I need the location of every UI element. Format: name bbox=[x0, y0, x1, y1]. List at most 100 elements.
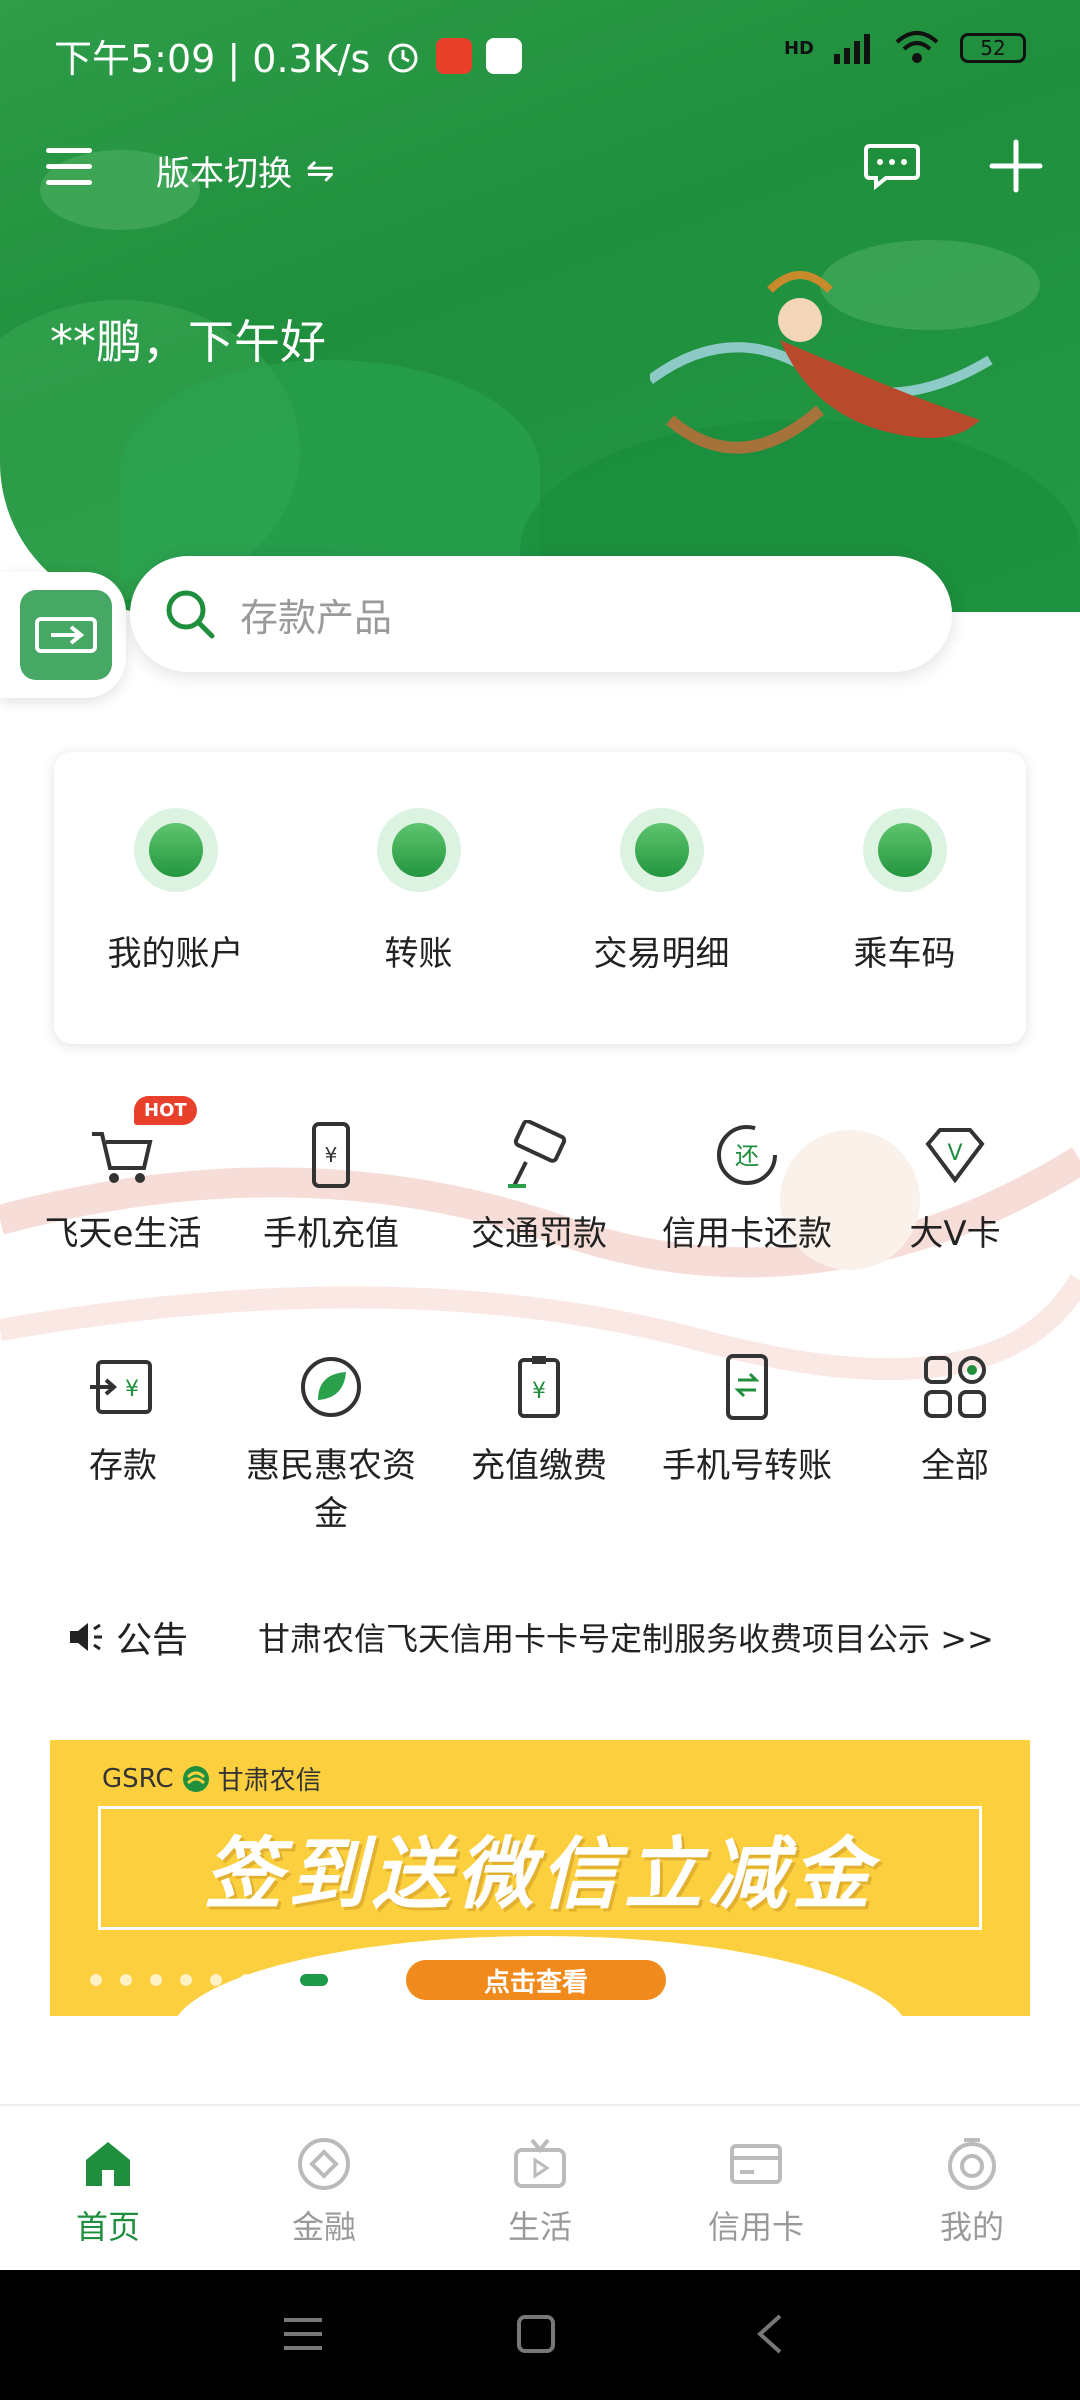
app-notification-icon bbox=[436, 37, 473, 74]
bottom-nav: 首页 金融 生活 信用卡 我的 bbox=[0, 2104, 1080, 2270]
recents-icon[interactable] bbox=[282, 2314, 324, 2354]
account-icon bbox=[133, 808, 218, 892]
quick-action-label: 转账 bbox=[384, 934, 453, 974]
battery-indicator: 52 bbox=[960, 33, 1026, 63]
search-bar[interactable]: 存款产品 bbox=[130, 556, 952, 672]
top-bar: 版本切换 ⇋ bbox=[0, 130, 1080, 210]
status-bar: 下午5:09 | 0.3K/s HD 52 bbox=[0, 0, 1080, 104]
back-icon[interactable] bbox=[754, 2312, 784, 2356]
service-label-line: 惠民惠农资 bbox=[246, 1446, 416, 1486]
details-icon bbox=[619, 808, 704, 892]
search-icon bbox=[166, 590, 215, 639]
nav-home[interactable]: 首页 bbox=[0, 2136, 216, 2248]
header-banner: 下午5:09 | 0.3K/s HD 52 版本切换 ⇋ **鹏，下午好 bbox=[0, 0, 1080, 612]
headline-frame: 签到送微信立减金 bbox=[98, 1806, 982, 1930]
quick-action-bus-code[interactable]: 乘车码 bbox=[783, 808, 1026, 975]
service-label: 手机充值 bbox=[263, 1214, 399, 1254]
menu-icon[interactable] bbox=[46, 148, 92, 188]
notice-bar[interactable]: 公告 甘肃农信飞天信用卡卡号定制服务收费项目公示 >> bbox=[66, 1612, 1016, 1662]
service-phone-transfer[interactable]: 手机号转账 bbox=[644, 1352, 850, 1490]
carousel-dot bbox=[270, 1974, 282, 1986]
speaker-icon bbox=[70, 1623, 102, 1651]
quick-action-label: 交易明细 bbox=[593, 934, 730, 974]
nav-label: 我的 bbox=[939, 2208, 1004, 2246]
message-icon[interactable] bbox=[864, 142, 920, 190]
carousel-dot bbox=[210, 1974, 222, 1986]
service-deposit[interactable]: ¥ 存款 bbox=[20, 1352, 226, 1490]
carousel-dot bbox=[150, 1974, 162, 1986]
brand-cn: 甘肃农信 bbox=[217, 1766, 322, 1796]
deposit-icon-char: ¥ bbox=[125, 1377, 139, 1402]
quick-actions-card: 我的账户 转账 交易明细 乘车码 bbox=[54, 752, 1026, 1044]
life-icon bbox=[514, 2138, 566, 2188]
nav-label: 生活 bbox=[507, 2208, 572, 2246]
service-label: 交通罚款 bbox=[471, 1214, 607, 1254]
greeting-text: **鹏，下午好 bbox=[50, 315, 326, 369]
nav-credit-card[interactable]: 信用卡 bbox=[648, 2136, 864, 2248]
scan-icon bbox=[20, 590, 112, 680]
service-phone-topup[interactable]: ¥ 手机充值 bbox=[228, 1120, 434, 1258]
brand-logo-icon bbox=[182, 1765, 209, 1792]
quick-action-transfer[interactable]: 转账 bbox=[297, 808, 540, 975]
search-placeholder: 存款产品 bbox=[240, 595, 393, 640]
nav-finance[interactable]: 金融 bbox=[216, 2136, 432, 2248]
carousel-dot-active bbox=[300, 1974, 328, 1986]
recharge-icon-char: ¥ bbox=[532, 1379, 546, 1404]
service-big-v-card[interactable]: V 大V卡 bbox=[852, 1120, 1058, 1258]
all-icon bbox=[920, 1352, 990, 1422]
service-huimin-fund[interactable]: 惠民惠农资金 bbox=[228, 1352, 434, 1538]
service-feitian-elife[interactable]: HOT 飞天e生活 bbox=[20, 1096, 226, 1258]
carousel-dot bbox=[240, 1974, 252, 1986]
repay-icon-char: 还 bbox=[735, 1142, 759, 1170]
service-all[interactable]: 全部 bbox=[852, 1352, 1058, 1490]
service-label: 全部 bbox=[921, 1446, 989, 1486]
notice-text[interactable]: 甘肃农信飞天信用卡卡号定制服务收费项目公示 >> bbox=[258, 1614, 994, 1660]
bus-code-icon bbox=[862, 808, 947, 892]
service-label: 大V卡 bbox=[909, 1214, 1001, 1254]
service-credit-repay[interactable]: 还 信用卡还款 bbox=[644, 1120, 850, 1258]
deposit-icon: ¥ bbox=[88, 1352, 158, 1422]
svg-text:¥: ¥ bbox=[325, 1143, 338, 1167]
service-recharge-pay[interactable]: ¥ 充值缴费 bbox=[436, 1352, 642, 1490]
nav-label: 首页 bbox=[75, 2208, 140, 2246]
plus-icon[interactable] bbox=[988, 138, 1044, 194]
alarm-icon bbox=[388, 43, 418, 72]
banner-headline: 签到送微信立减金 bbox=[203, 1830, 876, 1920]
nav-profile[interactable]: 我的 bbox=[864, 2136, 1080, 2248]
recharge-icon: ¥ bbox=[504, 1352, 574, 1422]
banner-cta-button[interactable]: 点击查看 bbox=[406, 1960, 666, 2000]
carousel-dot bbox=[180, 1974, 192, 1986]
battery-level: 52 bbox=[980, 36, 1006, 60]
flying-apsara-illustration bbox=[650, 271, 993, 454]
hd-label: HD bbox=[783, 37, 814, 59]
promo-banner[interactable]: GSRC 甘肃农信 签到送微信立减金 点击查看 bbox=[50, 1740, 1030, 2016]
version-switch[interactable]: 版本切换 ⇋ bbox=[156, 146, 335, 195]
mountain-decoration bbox=[120, 360, 540, 580]
service-label: 存款 bbox=[89, 1446, 157, 1486]
profile-icon bbox=[948, 2138, 996, 2190]
finance-icon bbox=[298, 2138, 350, 2190]
service-traffic-fine[interactable]: 交通罚款 bbox=[436, 1119, 642, 1258]
phone-transfer-icon bbox=[712, 1352, 782, 1422]
shield-app-icon bbox=[486, 37, 523, 74]
service-label: 信用卡还款 bbox=[662, 1214, 832, 1254]
service-label: 飞天e生活 bbox=[44, 1214, 202, 1254]
nav-label: 信用卡 bbox=[707, 2208, 804, 2246]
phone-topup-icon: ¥ bbox=[296, 1120, 366, 1190]
quick-action-my-account[interactable]: 我的账户 bbox=[54, 808, 297, 975]
diamond-v-icon: V bbox=[920, 1120, 990, 1190]
quick-action-details[interactable]: 交易明细 bbox=[540, 808, 783, 975]
nav-life[interactable]: 生活 bbox=[432, 2136, 648, 2248]
carousel-dot bbox=[120, 1974, 132, 1986]
wifi-icon bbox=[895, 31, 939, 63]
scan-button[interactable] bbox=[0, 572, 126, 698]
hot-badge: HOT bbox=[134, 1096, 197, 1125]
home-button-icon[interactable] bbox=[516, 2314, 556, 2354]
carousel-dot bbox=[90, 1974, 102, 1986]
quick-action-label: 我的账户 bbox=[107, 934, 244, 974]
quick-action-label: 乘车码 bbox=[853, 934, 956, 974]
service-label: 手机号转账 bbox=[662, 1446, 832, 1486]
camera-icon bbox=[504, 1119, 574, 1190]
service-label: 惠民惠农资金 bbox=[228, 1442, 434, 1538]
repay-icon: 还 bbox=[712, 1120, 782, 1190]
